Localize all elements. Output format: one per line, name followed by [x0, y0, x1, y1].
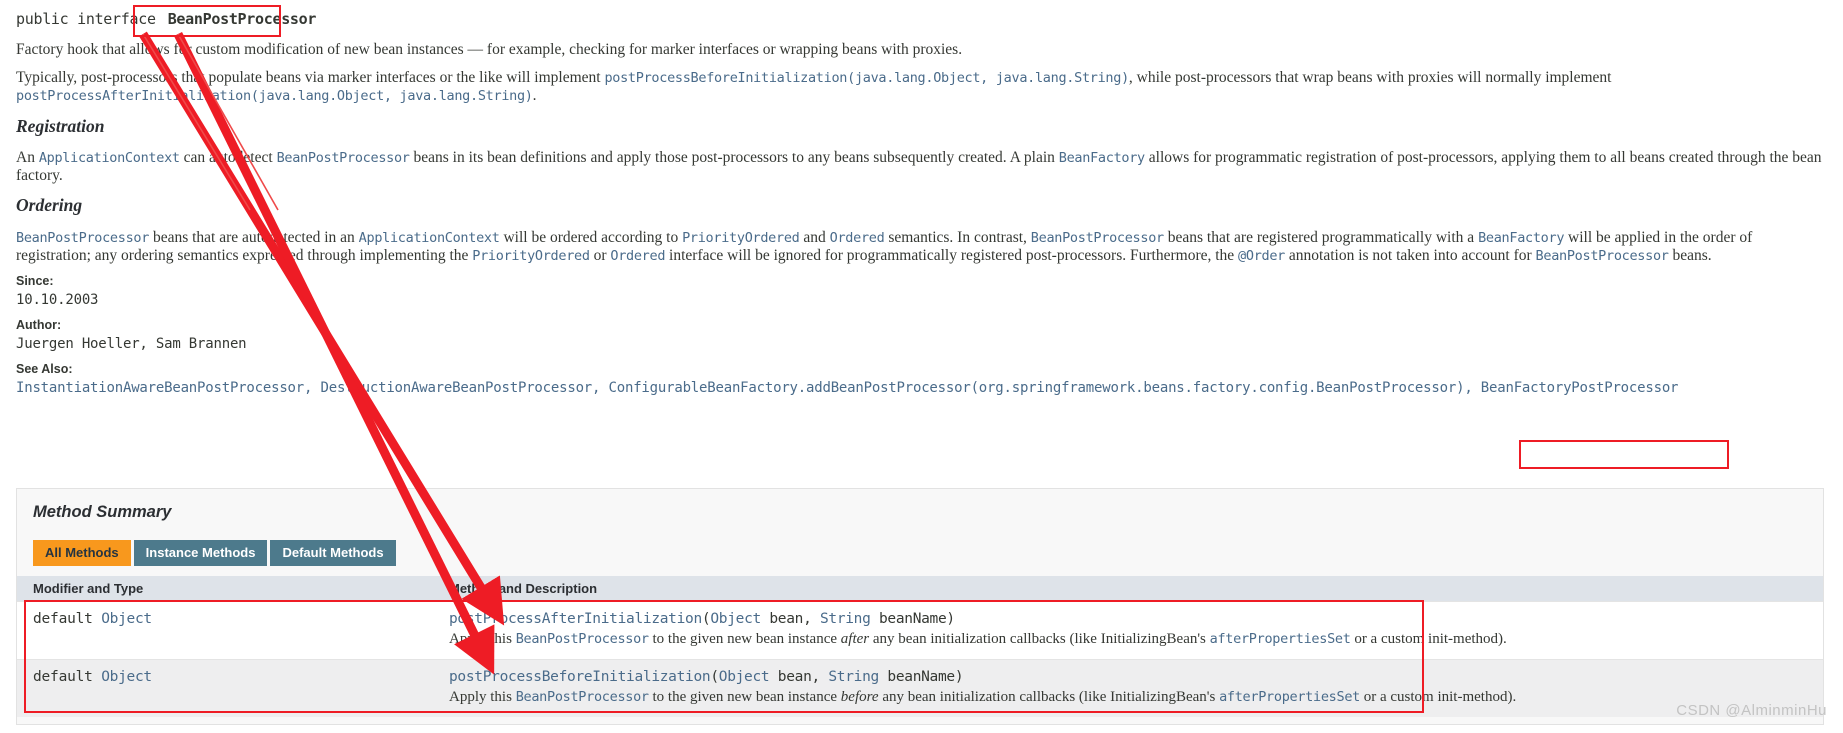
see-also-sep-1: , [304, 380, 321, 396]
link-application-context[interactable]: ApplicationContext [39, 150, 180, 166]
reg-text-b: can autodetect [179, 149, 277, 166]
since-value: 10.10.2003 [16, 292, 99, 308]
ord-code-5: BeanPostProcessor [1030, 230, 1164, 246]
see-also-label: See Also: [16, 362, 73, 376]
see-also-sep-2: , [592, 380, 609, 396]
link-priority-ordered-1[interactable]: PriorityOrdered [682, 230, 800, 246]
reg-text-d: allows for programmatic registration of … [1144, 149, 1822, 166]
reg-text-a: An [16, 149, 39, 166]
ordering-paragraph-line-2: registration; any ordering semantics exp… [16, 246, 1712, 266]
intro-p2-text-1: Typically, post-processors that populate… [16, 69, 605, 86]
link-order-annotation[interactable]: @Order [1238, 248, 1285, 264]
heading-ordering: Ordering [16, 195, 83, 215]
link-ordered-1[interactable]: Ordered [830, 230, 885, 246]
annotation-thin-line-2 [177, 33, 279, 211]
tab-all-methods[interactable]: All Methods [33, 540, 131, 566]
watermark: CSDN @AlminminHu [1676, 702, 1827, 719]
link-bean-post-processor-1[interactable]: BeanPostProcessor [277, 150, 410, 166]
column-header-method-and-description: Method and Description [433, 576, 1823, 602]
since-label: Since: [16, 274, 54, 288]
see-also-sep-3: , [1464, 380, 1481, 396]
registration-paragraph-line-2: factory. [16, 167, 63, 184]
intro-paragraph-1: Factory hook that allows for custom modi… [16, 41, 963, 58]
ord-text-6: will be applied in the order of [1564, 229, 1753, 246]
highlight-box-class-name [133, 5, 281, 37]
link-destruction-aware-bpp[interactable]: DestructionAwareBeanPostProcessor [320, 380, 592, 396]
ord2-text-4: annotation is not taken into account for [1285, 247, 1536, 264]
ord2-code-1: PriorityOrdered [472, 248, 590, 264]
ord-text-3: and [799, 229, 830, 246]
ord2-text-3: interface will be ignored for programmat… [665, 247, 1239, 264]
ord2-code-2: Ordered [610, 248, 666, 264]
link-bean-factory-1[interactable]: BeanFactory [1059, 150, 1145, 166]
link-post-process-after-initialization[interactable]: postProcessAfterInitialization(java.lang… [16, 88, 533, 104]
heading-registration: Registration [16, 116, 105, 136]
method-filter-tabs: All Methods Instance Methods Default Met… [33, 540, 399, 566]
ord-code-6: BeanFactory [1478, 230, 1565, 246]
highlight-box-method-rows [24, 600, 1424, 713]
annotation-thin-line-1 [142, 33, 251, 211]
see-also-value: InstantiationAwareBeanPostProcessor, Des… [16, 380, 1678, 396]
link-configurable-bean-factory-add-bpp[interactable]: ConfigurableBeanFactory.addBeanPostProce… [609, 380, 1465, 396]
link-instantiation-aware-bpp[interactable]: InstantiationAwareBeanPostProcessor [16, 380, 304, 396]
link-bean-factory-post-processor[interactable]: BeanFactoryPostProcessor [1481, 380, 1679, 396]
reg-text-c: beans in its bean definitions and apply … [409, 149, 1059, 166]
method-summary-title: Method Summary [33, 503, 172, 521]
ord2-text-2: or [589, 247, 611, 264]
ord-code-1: BeanPostProcessor [16, 230, 150, 246]
ord-text-1: beans that are autodetected in an [149, 229, 359, 246]
ord-text-2: will be ordered according to [499, 229, 683, 246]
ordering-paragraph-line-1: BeanPostProcessor beans that are autodet… [16, 228, 1752, 248]
tab-instance-methods[interactable]: Instance Methods [133, 540, 268, 566]
ord-text-4: semantics. In contrast, [884, 229, 1031, 246]
intro-paragraph-2-line-1: Typically, post-processors that populate… [16, 68, 1611, 88]
link-post-process-before-initialization[interactable]: postProcessBeforeInitialization(java.lan… [604, 70, 1129, 86]
highlight-box-bean-factory-post-processor [1519, 440, 1729, 469]
author-value: Juergen Hoeller, Sam Brannen [16, 336, 247, 352]
ord2-code-4: BeanPostProcessor [1535, 248, 1669, 264]
registration-paragraph-line-1: An ApplicationContext can autodetect Bea… [16, 148, 1822, 168]
ord2-text-5: beans. [1668, 247, 1712, 264]
intro-p2-text-2: , while post-processors that wrap beans … [1128, 69, 1612, 86]
ord-code-2: ApplicationContext [358, 230, 500, 246]
column-header-modifier-and-type: Modifier and Type [17, 576, 433, 602]
intro-paragraph-2-line-2: postProcessAfterInitialization(java.lang… [16, 86, 537, 106]
ord-text-5: beans that are registered programmatical… [1163, 229, 1479, 246]
javadoc-page: public interface BeanPostProcessor Factor… [0, 0, 1843, 733]
author-label: Author: [16, 318, 62, 332]
table-header-row: Modifier and Type Method and Description [17, 576, 1823, 602]
intro-p2-text-3: . [532, 87, 537, 104]
ord2-text-1: registration; any ordering semantics exp… [16, 247, 473, 264]
tab-default-methods[interactable]: Default Methods [270, 540, 396, 566]
